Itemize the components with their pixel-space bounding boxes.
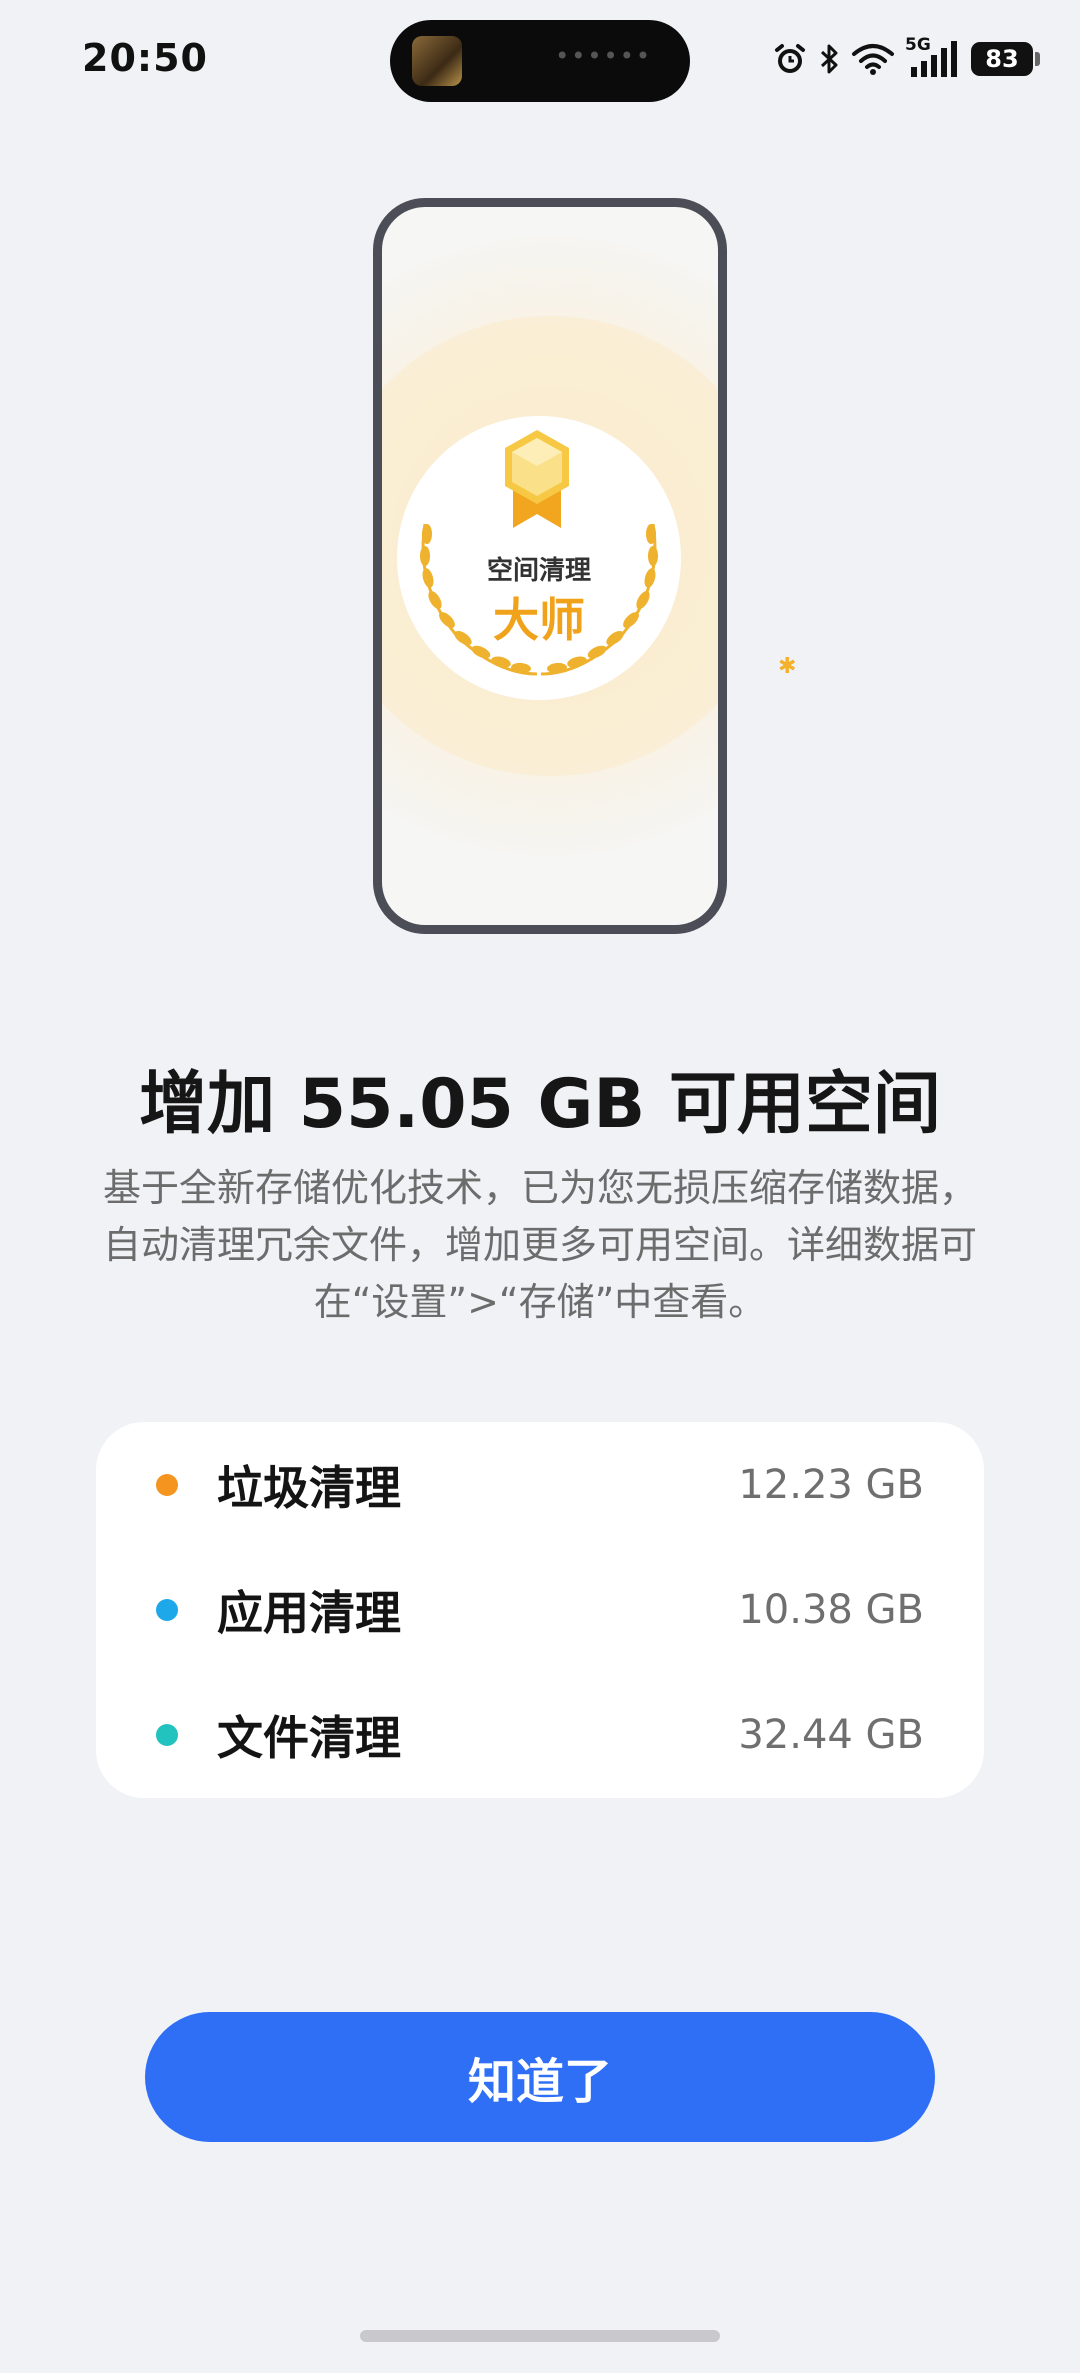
apps-color-dot [156, 1599, 178, 1621]
list-item-label: 文件清理 [217, 1711, 401, 1765]
illustration: 空间清理 大师 ✱ [0, 180, 1080, 940]
battery-icon: 83 [971, 42, 1033, 76]
wifi-icon [851, 42, 895, 76]
list-item-files: 文件清理 32.44 GB [96, 1672, 984, 1798]
battery-cap [1035, 52, 1040, 66]
junk-color-dot [156, 1474, 178, 1496]
island-activity-icon: •••••• [555, 42, 652, 70]
network-type: 5G [905, 35, 931, 55]
cleanup-breakdown-card: 垃圾清理 12.23 GB 应用清理 10.38 GB 文件清理 32.44 G… [96, 1422, 984, 1798]
status-bar: 20:50 •••••• 5G 83 [0, 0, 1080, 120]
achievement-badge: 空间清理 大师 [397, 416, 681, 700]
status-icons: 5G 83 [773, 34, 1040, 84]
list-item-label: 应用清理 [217, 1586, 401, 1640]
badge-rank: 大师 [493, 593, 585, 647]
home-indicator[interactable] [360, 2330, 720, 2342]
result-headline: 增加 55.05 GB 可用空间 [139, 1065, 941, 1144]
battery-level: 83 [985, 45, 1019, 73]
list-item-value: 12.23 GB [738, 1462, 924, 1508]
bluetooth-icon [817, 42, 841, 76]
alarm-icon [773, 42, 807, 76]
list-item-apps: 应用清理 10.38 GB [96, 1547, 984, 1673]
dynamic-island[interactable]: •••••• [390, 20, 690, 102]
sparkle-icon: ✱ [778, 654, 797, 679]
got-it-button[interactable]: 知道了 [145, 2012, 935, 2142]
island-app-icon[interactable] [412, 36, 462, 86]
files-color-dot [156, 1724, 178, 1746]
badge-title: 空间清理 [486, 556, 591, 586]
signal-icon: 5G [905, 35, 961, 79]
list-item-label: 垃圾清理 [217, 1461, 401, 1515]
list-item-junk: 垃圾清理 12.23 GB [96, 1422, 984, 1548]
list-item-value: 32.44 GB [738, 1712, 924, 1758]
result-description: 基于全新存储优化技术，已为您无损压缩存储数据，自动清理冗余文件，增加更多可用空间… [102, 1166, 977, 1324]
list-item-value: 10.38 GB [738, 1587, 924, 1633]
status-time: 20:50 [82, 36, 208, 80]
